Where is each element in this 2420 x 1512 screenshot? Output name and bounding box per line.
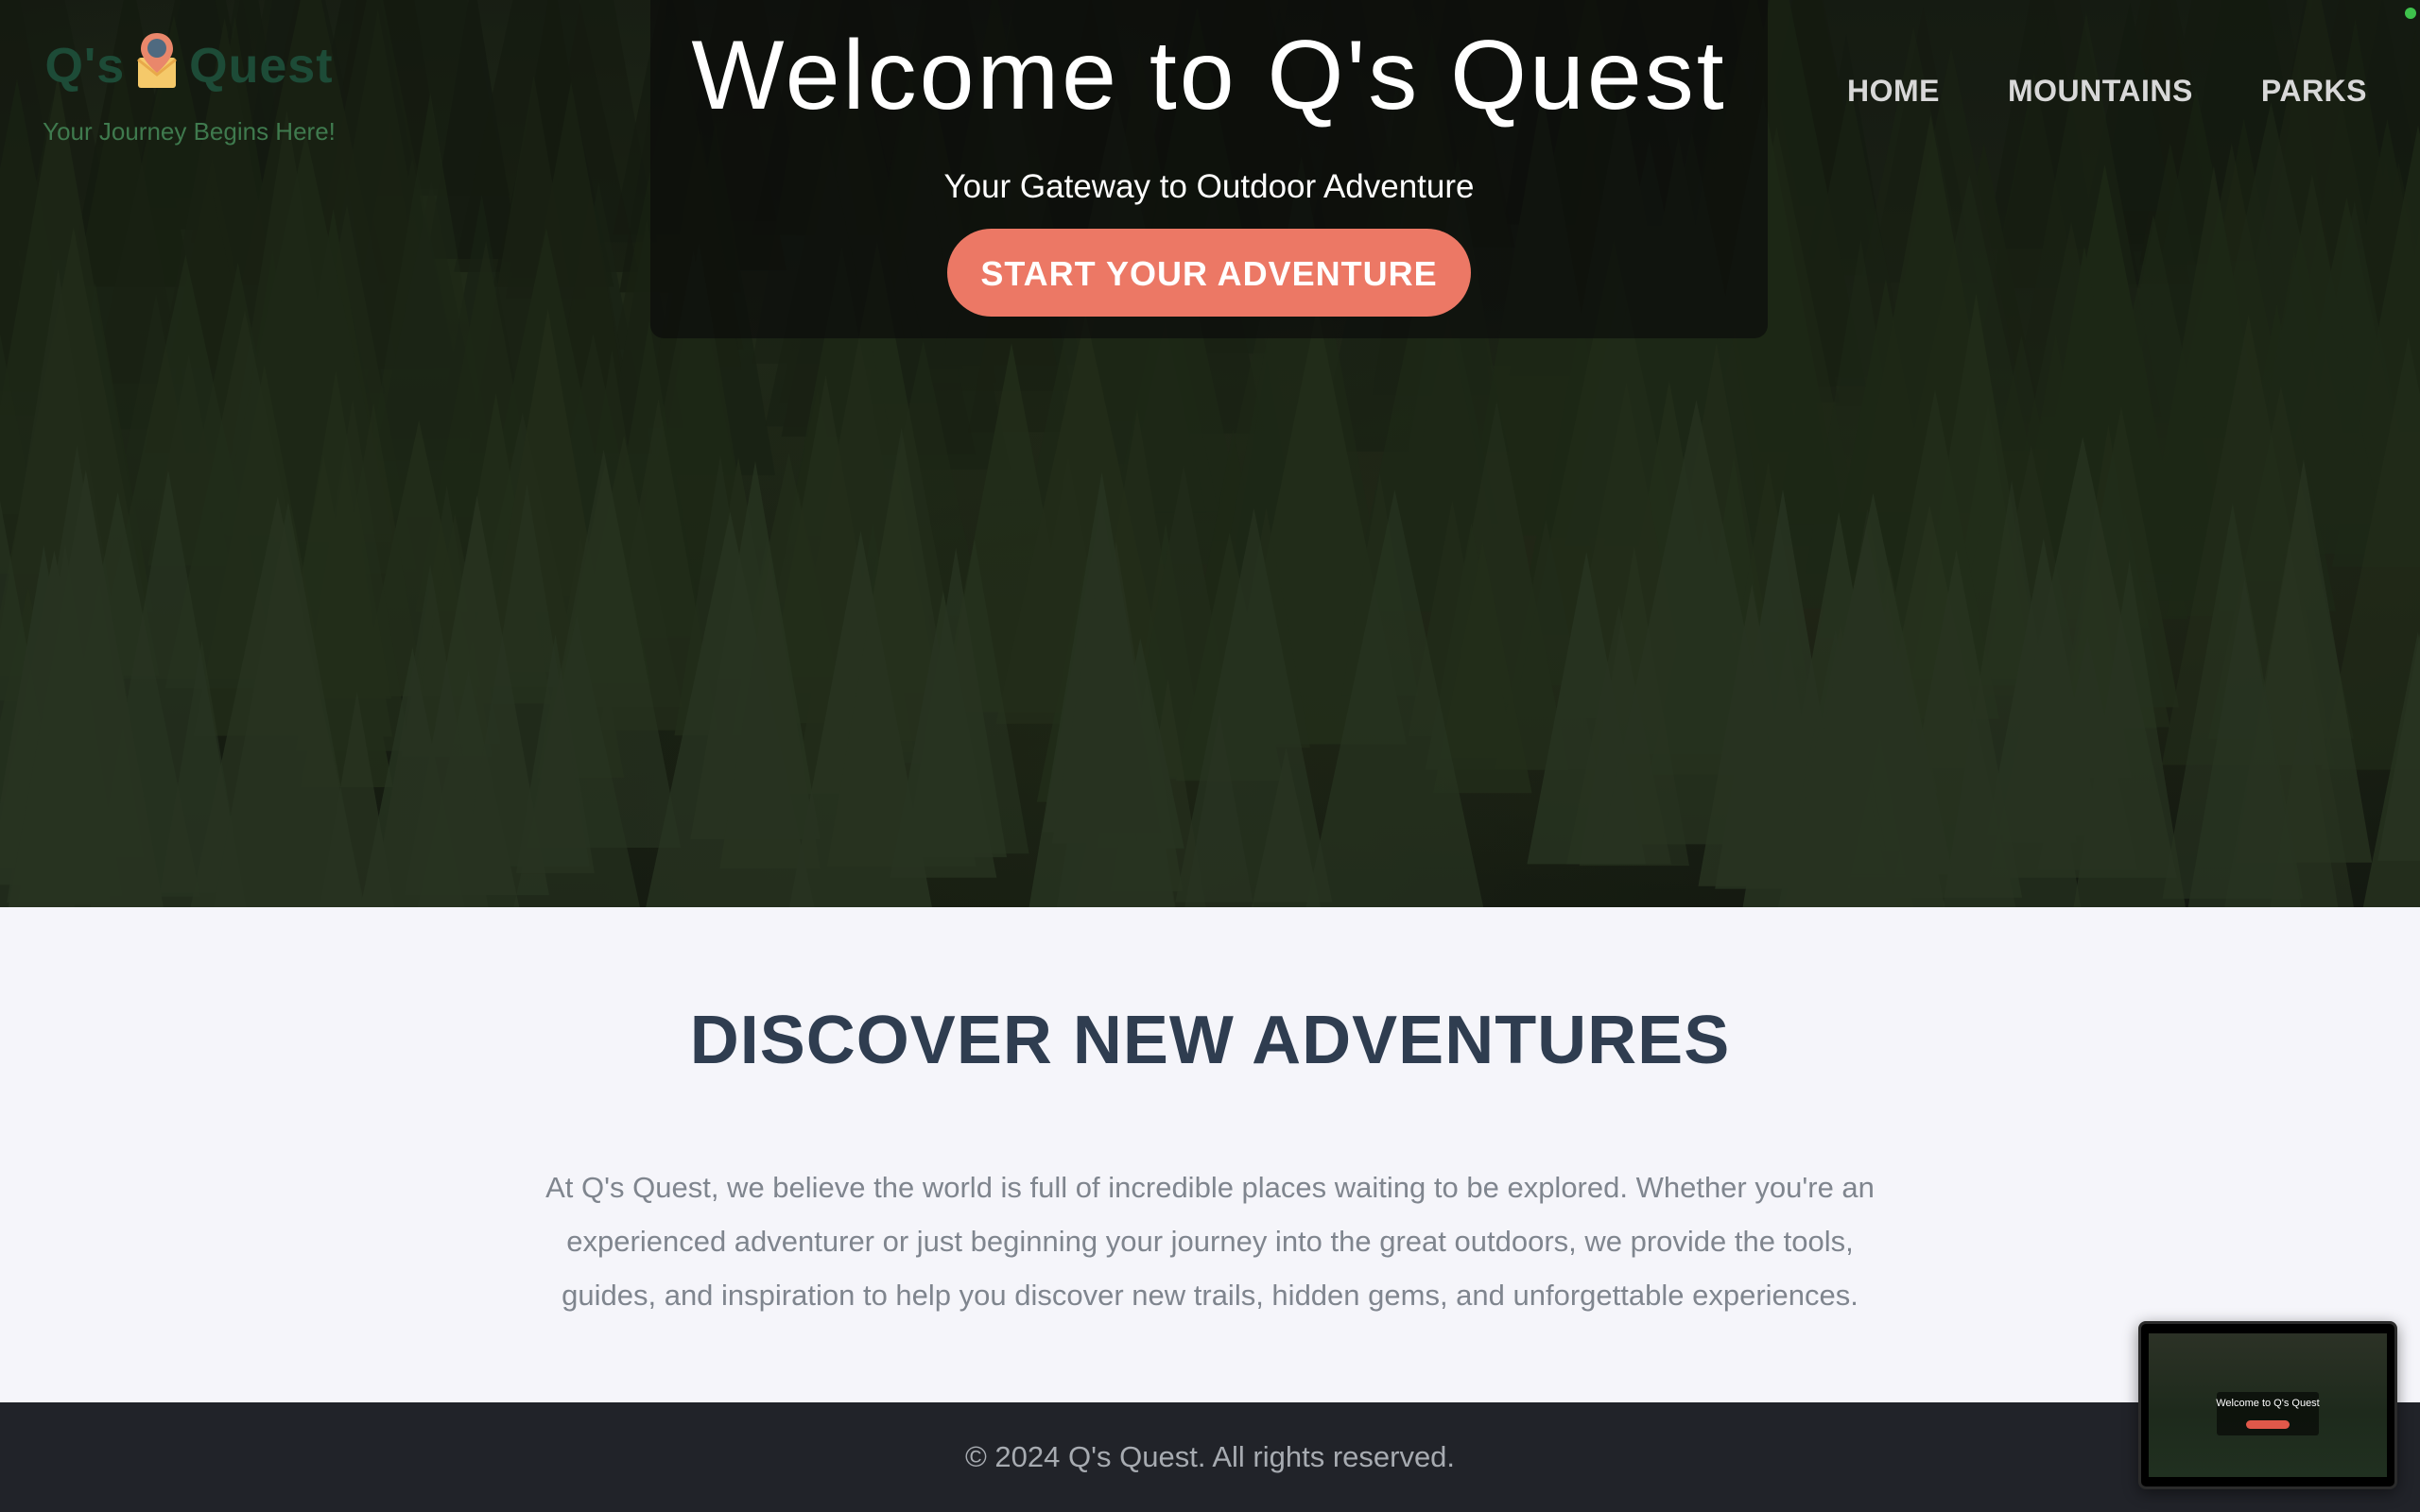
- main-nav: HOME MOUNTAINS PARKS: [1847, 74, 2367, 109]
- screenshot-preview-thumbnail[interactable]: Welcome to Q's Quest: [2138, 1321, 2397, 1489]
- start-adventure-button[interactable]: START YOUR ADVENTURE: [947, 229, 1471, 317]
- discover-section: DISCOVER NEW ADVENTURES At Q's Quest, we…: [0, 907, 2420, 1402]
- brand-name-left: Q's: [44, 39, 126, 94]
- brand-tagline: Your Journey Begins Here!: [43, 117, 336, 146]
- hero-panel: Welcome to Q's Quest Your Gateway to Out…: [650, 0, 1768, 338]
- thumbnail-cta-button: [2246, 1420, 2290, 1429]
- brand-name-right: Quest: [189, 39, 334, 94]
- thumbnail-preview-image: Welcome to Q's Quest: [2149, 1333, 2387, 1477]
- hero-title: Welcome to Q's Quest: [691, 21, 1727, 130]
- discover-description: At Q's Quest, we believe the world is fu…: [545, 1171, 1875, 1312]
- nav-item-parks[interactable]: PARKS: [2261, 74, 2367, 109]
- brand-logo[interactable]: Q's Quest Your Journey Begins Here!: [38, 28, 340, 146]
- brand-name: Q's Quest: [38, 28, 340, 104]
- footer-copyright: © 2024 Q's Quest. All rights reserved.: [964, 1440, 1456, 1473]
- thumbnail-title: Welcome to Q's Quest: [2216, 1398, 2320, 1409]
- nav-item-mountains[interactable]: MOUNTAINS: [2008, 74, 2193, 109]
- hero-section: Q's Quest Your Journey Begins Here! Welc…: [0, 0, 2420, 907]
- status-indicator-dot: [2405, 8, 2416, 19]
- discover-title: DISCOVER NEW ADVENTURES: [689, 1003, 1731, 1078]
- map-pin-envelope-icon: [134, 29, 180, 104]
- hero-subtitle: Your Gateway to Outdoor Adventure: [943, 168, 1475, 205]
- page-footer: © 2024 Q's Quest. All rights reserved.: [0, 1402, 2420, 1512]
- nav-item-home[interactable]: HOME: [1847, 74, 1940, 109]
